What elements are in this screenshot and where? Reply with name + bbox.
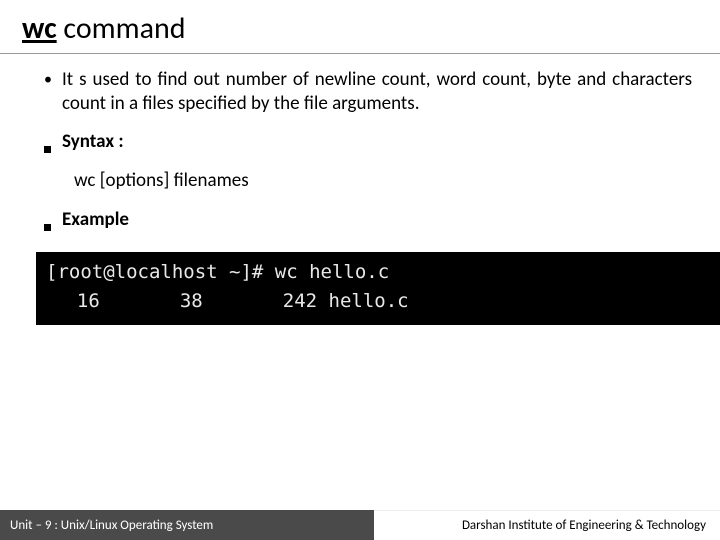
syntax-text: wc [options] filenames [44, 169, 692, 192]
example-label: Example [62, 208, 692, 232]
footer-right: Darshan Institute of Engineering & Techn… [374, 510, 720, 540]
bullet-example: Example [44, 208, 692, 238]
square-icon [44, 130, 62, 160]
title-bold: wc [22, 10, 57, 47]
slide-title: wc command [0, 0, 720, 54]
terminal: [root@localhost ~]# wc hello.c 16 38 242… [36, 252, 720, 325]
description-text: It s used to find out number of newline … [62, 68, 692, 116]
bullet-description: • It s used to find out number of newlin… [44, 68, 692, 116]
bullet-syntax: Syntax : [44, 130, 692, 160]
terminal-line-1: [root@localhost ~]# wc hello.c [46, 258, 710, 287]
square-icon [44, 208, 62, 238]
title-normal: command [57, 10, 186, 47]
terminal-line-2: 16 38 242 hello.c [46, 287, 710, 316]
dot-icon: • [44, 68, 62, 90]
footer: Unit – 9 : Unix/Linux Operating System D… [0, 510, 720, 540]
syntax-label: Syntax : [62, 130, 692, 154]
footer-left: Unit – 9 : Unix/Linux Operating System [0, 510, 374, 540]
slide-content: • It s used to find out number of newlin… [0, 68, 720, 325]
terminal-block: [root@localhost ~]# wc hello.c 16 38 242… [36, 252, 720, 325]
